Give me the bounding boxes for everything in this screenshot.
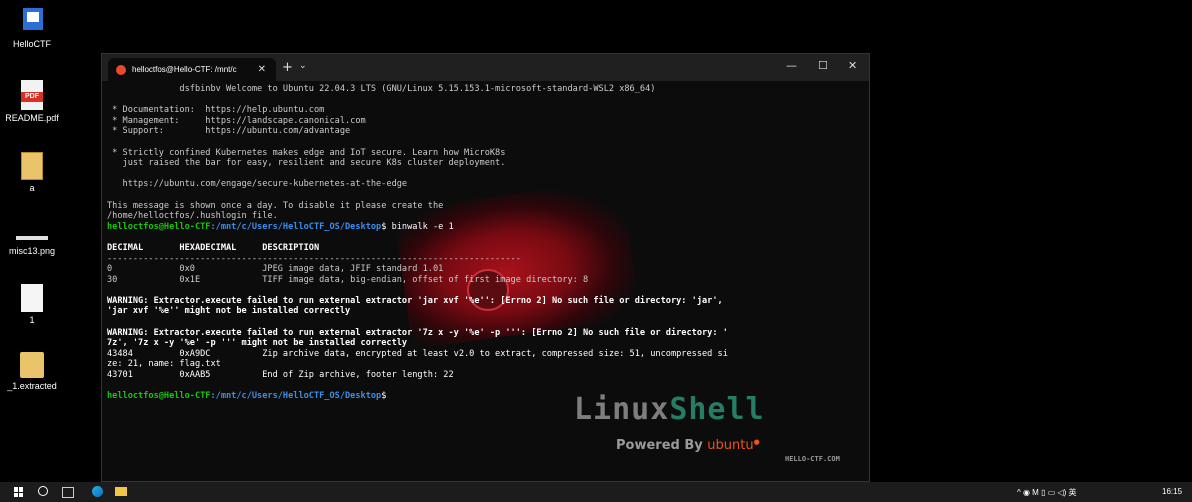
archive-file-icon bbox=[21, 152, 43, 180]
prompt-path: :/mnt/c/Users/HelloCTF_OS/Desktop bbox=[210, 391, 382, 402]
image-file-icon bbox=[16, 236, 48, 240]
task-view-icon[interactable] bbox=[62, 487, 74, 498]
desktop-icon-a[interactable]: a bbox=[0, 152, 64, 193]
desktop-icon-readme-pdf[interactable]: PDF README.pdf bbox=[0, 80, 64, 123]
table-row: 43484 0xA9DC Zip archive data, encrypted… bbox=[107, 348, 728, 359]
minimize-button[interactable]: — bbox=[786, 59, 797, 72]
tab-title: helloctfos@Hello-CTF: /mnt/c bbox=[132, 65, 237, 74]
terminal-line: just raised the bar for easy, resilient … bbox=[107, 158, 506, 169]
desktop-icon-helloctf[interactable]: HelloCTF bbox=[0, 8, 64, 49]
pdf-file-icon: PDF bbox=[21, 80, 43, 110]
new-tab-button[interactable]: + bbox=[282, 60, 293, 75]
warning-line: WARNING: Extractor.execute failed to run… bbox=[107, 295, 723, 306]
clock[interactable]: 16:15 bbox=[1162, 487, 1182, 496]
terminal-line: https://ubuntu.com/engage/secure-kuberne… bbox=[107, 179, 408, 190]
table-row: 43701 0xAAB5 End of Zip archive, footer … bbox=[107, 370, 454, 381]
terminal-line: dsfbinbv Welcome to Ubuntu 22.04.3 LTS (… bbox=[107, 84, 656, 94]
ubuntu-icon bbox=[116, 64, 126, 75]
prompt-path: :/mnt/c/Users/HelloCTF_OS/Desktop bbox=[210, 221, 382, 232]
warning-line: WARNING: Extractor.execute failed to run… bbox=[107, 327, 728, 338]
folder-shortcut-icon bbox=[19, 8, 45, 36]
prompt-user: helloctfos@Hello-CTF bbox=[107, 221, 211, 232]
terminal-line: * Management: https://landscape.canonica… bbox=[107, 115, 366, 126]
powered-by-text: Powered By ubuntu● bbox=[616, 438, 760, 453]
desktop-icon-label: _1.extracted bbox=[7, 381, 57, 391]
terminal-line: This message is shown once a day. To dis… bbox=[107, 200, 444, 211]
desktop-icon-1[interactable]: 1 bbox=[0, 284, 64, 325]
prompt-line: helloctfos@Hello-CTF:/mnt/c/Users/HelloC… bbox=[107, 391, 865, 402]
warning-line: 7z', '7z x -y '%e' -p ''' might not be i… bbox=[107, 338, 408, 349]
prompt-command: $ binwalk -e 1 bbox=[381, 221, 454, 232]
title-bar[interactable]: helloctfos@Hello-CTF: /mnt/c ✕ + ⌄ — ☐ ✕ bbox=[102, 54, 869, 81]
pdf-badge: PDF bbox=[21, 92, 43, 102]
prompt-line: helloctfos@Hello-CTF:/mnt/c/Users/HelloC… bbox=[107, 222, 865, 233]
desktop-icon-label: HelloCTF bbox=[12, 39, 51, 49]
desktop-icon-misc13-png[interactable]: misc13.png bbox=[0, 236, 64, 256]
file-explorer-icon[interactable] bbox=[115, 487, 127, 496]
desktop: HelloCTF PDF README.pdf a misc13.png 1 _… bbox=[0, 0, 1192, 482]
desktop-icon-label: README.pdf bbox=[5, 113, 59, 123]
background-site: HELLO-CTF.COM bbox=[785, 455, 840, 463]
prompt-user: helloctfos@Hello-CTF bbox=[107, 391, 211, 402]
desktop-icon-1-extracted[interactable]: _1.extracted bbox=[0, 352, 64, 391]
table-header: DECIMAL HEXADECIMAL DESCRIPTION bbox=[107, 242, 320, 253]
desktop-icon-label: a bbox=[29, 183, 35, 193]
maximize-button[interactable]: ☐ bbox=[818, 59, 828, 72]
system-tray[interactable]: ^ ◉ M ▯ ▭ ◁) 英 bbox=[1017, 487, 1077, 498]
terminal-window[interactable]: helloctfos@Hello-CTF: /mnt/c ✕ + ⌄ — ☐ ✕… bbox=[101, 53, 870, 482]
tab-terminal[interactable]: helloctfos@Hello-CTF: /mnt/c ✕ bbox=[108, 58, 276, 81]
table-row: 0 0x0 JPEG image data, JFIF standard 1.0… bbox=[107, 264, 444, 275]
table-rule: ----------------------------------------… bbox=[107, 253, 521, 264]
terminal-output[interactable]: dsfbinbv Welcome to Ubuntu 22.04.3 LTS (… bbox=[107, 84, 865, 402]
folder-icon bbox=[20, 352, 44, 378]
search-icon[interactable] bbox=[38, 486, 48, 496]
table-row: ze: 21, name: flag.txt bbox=[107, 359, 221, 370]
warning-line: 'jar xvf '%e'' might not be installed co… bbox=[107, 306, 351, 317]
terminal-line: /home/helloctfos/.hushlogin file. bbox=[107, 211, 278, 222]
close-button[interactable]: ✕ bbox=[848, 59, 857, 72]
tab-dropdown-icon[interactable]: ⌄ bbox=[299, 61, 307, 71]
windows-start-icon[interactable] bbox=[14, 487, 24, 497]
blank-file-icon bbox=[21, 284, 43, 312]
desktop-icon-label: misc13.png bbox=[8, 246, 56, 256]
terminal-line: * Documentation: https://help.ubuntu.com bbox=[107, 105, 325, 116]
prompt-command: $ bbox=[381, 391, 387, 402]
taskbar: ^ ◉ M ▯ ▭ ◁) 英 16:15 bbox=[0, 482, 1192, 502]
table-row: 30 0x1E TIFF image data, big-endian, off… bbox=[107, 274, 589, 285]
terminal-line: * Support: https://ubuntu.com/advantage bbox=[107, 126, 351, 137]
tab-close-icon[interactable]: ✕ bbox=[258, 64, 266, 75]
desktop-icon-label: 1 bbox=[29, 315, 35, 325]
terminal-line: * Strictly confined Kubernetes makes edg… bbox=[107, 147, 506, 158]
edge-icon[interactable] bbox=[92, 486, 103, 497]
